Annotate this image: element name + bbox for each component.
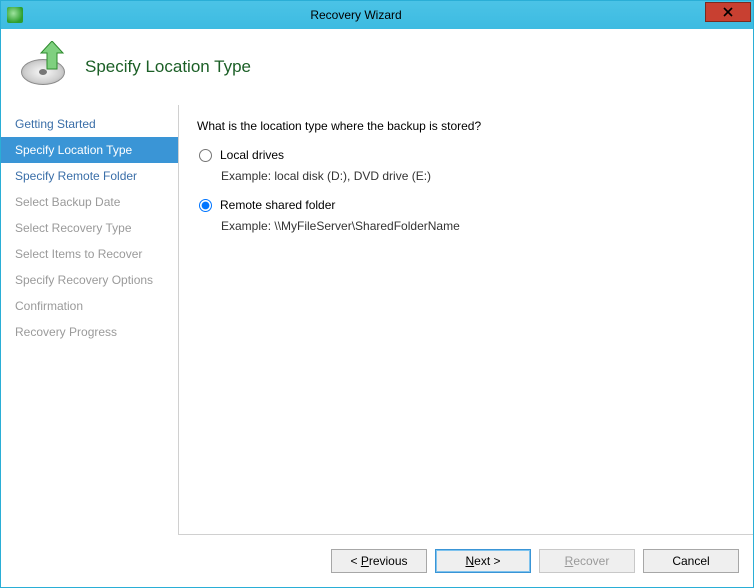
step-select-items-to-recover: Select Items to Recover <box>1 241 178 267</box>
step-specify-recovery-options: Specify Recovery Options <box>1 267 178 293</box>
step-specify-remote-folder[interactable]: Specify Remote Folder <box>1 163 178 189</box>
option-local-drives[interactable]: Local drives <box>197 147 735 163</box>
page-heading: Specify Location Type <box>85 57 251 77</box>
step-sidebar: Getting Started Specify Location Type Sp… <box>1 105 179 535</box>
radio-remote-shared-folder[interactable] <box>199 199 212 212</box>
radio-local-drives[interactable] <box>199 149 212 162</box>
wizard-window: Recovery Wizard Specify Location Type Ge… <box>0 0 754 588</box>
content-pane: What is the location type where the back… <box>179 105 753 535</box>
cancel-button[interactable]: Cancel <box>643 549 739 573</box>
option-remote-shared-folder[interactable]: Remote shared folder <box>197 197 735 213</box>
option-local-drives-label: Local drives <box>220 147 284 163</box>
step-specify-location-type[interactable]: Specify Location Type <box>1 137 178 163</box>
option-local-drives-example: Example: local disk (D:), DVD drive (E:) <box>221 169 735 183</box>
cancel-button-label: Cancel <box>672 554 709 568</box>
next-button[interactable]: Next > <box>435 549 531 573</box>
step-select-backup-date: Select Backup Date <box>1 189 178 215</box>
option-remote-shared-folder-label: Remote shared folder <box>220 197 335 213</box>
recovery-drive-icon <box>19 41 71 93</box>
step-confirmation: Confirmation <box>1 293 178 319</box>
wizard-footer: < Previous Next > Recover Cancel <box>1 535 753 587</box>
option-remote-shared-folder-example: Example: \\MyFileServer\SharedFolderName <box>221 219 735 233</box>
recover-button: Recover <box>539 549 635 573</box>
step-select-recovery-type: Select Recovery Type <box>1 215 178 241</box>
previous-button[interactable]: < Previous <box>331 549 427 573</box>
close-button[interactable] <box>705 2 751 22</box>
step-getting-started[interactable]: Getting Started <box>1 111 178 137</box>
wizard-header: Specify Location Type <box>1 29 753 105</box>
window-title: Recovery Wizard <box>7 8 705 22</box>
step-recovery-progress: Recovery Progress <box>1 319 178 345</box>
wizard-body: Getting Started Specify Location Type Sp… <box>1 105 753 535</box>
prompt-text: What is the location type where the back… <box>197 119 735 133</box>
close-icon <box>723 7 733 17</box>
titlebar: Recovery Wizard <box>1 1 753 29</box>
